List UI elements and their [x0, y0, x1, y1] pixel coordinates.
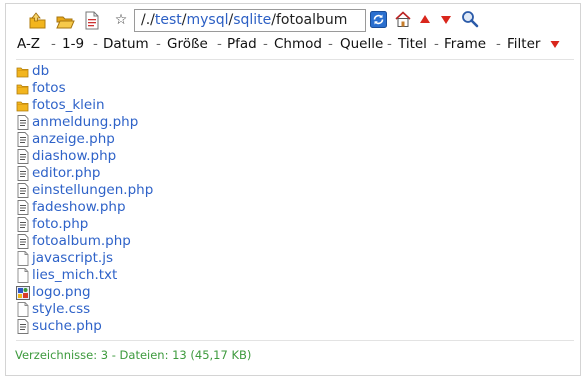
file-item[interactable]: style.css [15, 301, 415, 318]
file-name-link[interactable]: anmeldung.php [32, 114, 138, 131]
file-name-link[interactable]: db [32, 63, 49, 80]
file-item[interactable]: fotoalbum.php [15, 233, 415, 250]
php-file-icon [15, 217, 30, 232]
file-item[interactable]: suche.php [15, 318, 415, 335]
file-name-link[interactable]: fotos [32, 80, 66, 97]
php-file-icon [15, 319, 30, 334]
file-name-link[interactable]: diashow.php [32, 148, 116, 165]
php-file-icon [15, 149, 30, 164]
file-name-link[interactable]: fotoalbum.php [32, 233, 131, 250]
folder-icon [15, 81, 30, 96]
file-item[interactable]: fadeshow.php [15, 199, 415, 216]
path-segment-sqlite[interactable]: sqlite [233, 12, 271, 28]
divider [16, 340, 574, 341]
file-name-link[interactable]: fotos_klein [32, 97, 105, 114]
path-segment-test[interactable]: test [155, 12, 182, 28]
text-file-icon [15, 268, 30, 283]
sort-quelle[interactable]: Quelle [340, 34, 383, 54]
arrow-down-icon[interactable] [440, 14, 452, 26]
sort-titel[interactable]: Titel [398, 34, 427, 54]
path-segment-current: fotoalbum [276, 12, 348, 28]
php-file-icon [15, 234, 30, 249]
file-item[interactable]: lies_mich.txt [15, 267, 415, 284]
folder-up-icon[interactable] [28, 9, 48, 31]
php-file-icon [15, 132, 30, 147]
folder-icon [15, 64, 30, 79]
folder-icon [15, 98, 30, 113]
file-name-link[interactable]: editor.php [32, 165, 100, 182]
sort-bar: A-Z - 1-9 - Datum - Größe - Pfad - Chmod… [6, 34, 580, 54]
path-prefix: /. [141, 12, 151, 28]
image-file-icon [15, 285, 30, 300]
home-icon[interactable] [394, 10, 412, 28]
folder-item[interactable]: db [15, 63, 415, 80]
status-summary: Verzeichnisse: 3 - Dateien: 13 (45,17 KB… [15, 348, 252, 362]
file-name-link[interactable]: style.css [32, 301, 90, 318]
arrow-up-icon[interactable] [419, 13, 431, 25]
file-item[interactable]: diashow.php [15, 148, 415, 165]
file-item[interactable]: einstellungen.php [15, 182, 415, 199]
file-item[interactable]: anzeige.php [15, 131, 415, 148]
file-item[interactable]: editor.php [15, 165, 415, 182]
path-segment-mysql[interactable]: mysql [187, 12, 229, 28]
sort-frame[interactable]: Frame [444, 34, 486, 54]
php-file-icon [15, 115, 30, 130]
file-list: db fotos fotos_klein anmeldung.php anzeige.p… [15, 63, 415, 335]
triangle-down-icon[interactable] [550, 35, 560, 55]
sort-pfad[interactable]: Pfad [227, 34, 257, 54]
file-item[interactable]: javascript.js [15, 250, 415, 267]
file-name-link[interactable]: einstellungen.php [32, 182, 153, 199]
file-item[interactable]: logo.png [15, 284, 415, 301]
filter-menu[interactable]: Filter [507, 34, 540, 54]
folder-item[interactable]: fotos [15, 80, 415, 97]
toolbar: ☆ /./test/mysql/sqlite/fotoalbum [6, 8, 580, 34]
file-name-link[interactable]: suche.php [32, 318, 102, 335]
divider [16, 59, 574, 60]
sort-chmod[interactable]: Chmod [274, 34, 322, 54]
php-file-icon [15, 200, 30, 215]
folder-open-icon[interactable] [55, 9, 75, 31]
file-name-link[interactable]: foto.php [32, 216, 88, 233]
file-manager-panel: ☆ /./test/mysql/sqlite/fotoalbum A-Z - 1… [5, 3, 581, 376]
sort-a-z[interactable]: A-Z [17, 34, 40, 54]
file-item[interactable]: anmeldung.php [15, 114, 415, 131]
sort-datum[interactable]: Datum [103, 34, 149, 54]
sort-groesse[interactable]: Größe [167, 34, 208, 54]
php-file-icon [15, 183, 30, 198]
path-breadcrumb[interactable]: /./test/mysql/sqlite/fotoalbum [134, 9, 366, 32]
file-name-link[interactable]: anzeige.php [32, 131, 115, 148]
file-name-link[interactable]: lies_mich.txt [32, 267, 117, 284]
file-name-link[interactable]: javascript.js [32, 250, 113, 267]
text-file-icon [15, 302, 30, 317]
search-icon[interactable] [461, 10, 479, 28]
file-name-link[interactable]: logo.png [32, 284, 91, 301]
folder-item[interactable]: fotos_klein [15, 97, 415, 114]
file-item[interactable]: foto.php [15, 216, 415, 233]
sort-1-9[interactable]: 1-9 [62, 34, 84, 54]
text-file-icon [15, 251, 30, 266]
star-icon[interactable]: ☆ [111, 9, 131, 31]
file-name-link[interactable]: fadeshow.php [32, 199, 126, 216]
php-file-icon [15, 166, 30, 181]
new-file-icon[interactable] [82, 9, 102, 31]
refresh-icon[interactable] [370, 11, 387, 28]
